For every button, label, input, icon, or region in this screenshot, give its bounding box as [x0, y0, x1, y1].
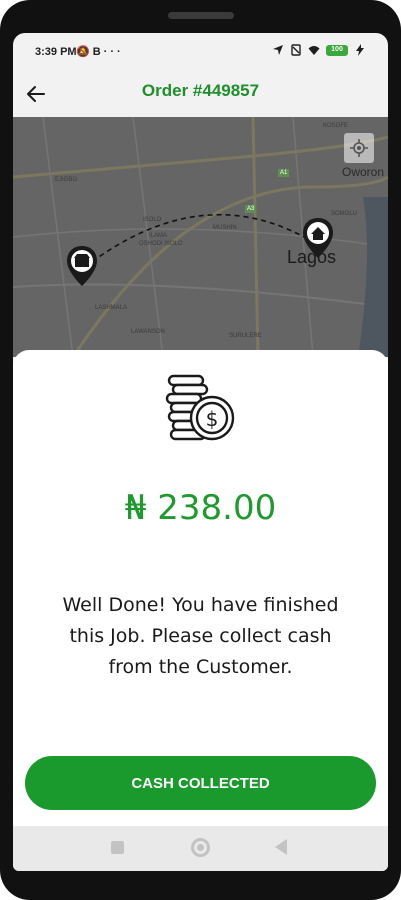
more-icon: ··· [103, 46, 124, 58]
b-icon: B [92, 46, 104, 58]
status-right-icons: 100 [272, 44, 366, 56]
completion-message: Well Done! You have finished this Job. P… [62, 594, 339, 678]
home-button[interactable] [191, 838, 210, 857]
cash-collected-button[interactable]: CASH COLLECTED [25, 756, 376, 810]
earpiece [168, 12, 234, 19]
screen: 3:39 PM 🔕B··· 100 Order #449857 KOSOFE O… [13, 33, 388, 871]
location-icon [273, 45, 283, 55]
status-time: 3:39 PM [35, 46, 77, 58]
app-header: Order #449857 [13, 71, 388, 117]
phone-frame: 3:39 PM 🔕B··· 100 Order #449857 KOSOFE O… [0, 0, 401, 900]
order-title: Order #449857 [141, 81, 260, 100]
mute-icon: 🔕 [76, 46, 93, 58]
charging-icon [356, 44, 364, 56]
battery-icon: 100 [326, 44, 348, 56]
cash-amount: ₦ 238.00 [124, 488, 277, 528]
sim-off-icon [291, 44, 301, 56]
recents-button[interactable] [111, 841, 124, 854]
wifi-icon [308, 46, 320, 55]
payment-sheet: $ ₦ 238.00 Well Done! You have finished … [13, 350, 388, 826]
system-nav-bar [13, 826, 388, 871]
svg-text:$: $ [206, 407, 219, 431]
status-bar: 3:39 PM 🔕B··· 100 [13, 33, 388, 71]
coins-dollar-icon: $ [165, 374, 235, 441]
pickup-store-pin-icon [67, 246, 97, 286]
my-location-button[interactable] [344, 133, 374, 163]
status-notification-icons: 🔕B··· [76, 45, 124, 58]
system-back-button[interactable] [275, 839, 287, 855]
route-map[interactable]: KOSOFE Oworon EJIGBO ISOLO MUSHIN ILAMA … [13, 117, 388, 357]
crosshair-icon [350, 139, 368, 157]
map-city-label: Lagos [287, 247, 337, 267]
